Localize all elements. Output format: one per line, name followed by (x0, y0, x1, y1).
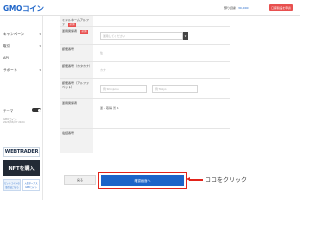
balance-value: 30,000 (238, 6, 249, 10)
bonus-promo-banner[interactable]: 入金ボーナス GMOコイン (22, 179, 40, 191)
sidebar: キャンペーン ▾ 取引 ▾ API サポート ▾ テーマ GMOコイン 2023… (0, 16, 43, 200)
registration-form: ミドルネームアルファ 必須 運用関係者 必須 運用してください ▾ 郵便番号 住… (60, 16, 230, 166)
highlight-box (98, 172, 187, 189)
sidebar-item-label: API (3, 56, 9, 60)
field-value: 住 (100, 51, 104, 55)
field-label: 郵便番号（カタカナ） (60, 62, 93, 78)
field-label: 運用関係者 必須 (60, 27, 93, 44)
bitcoin-promo-banner[interactable]: ビットコインの 取引はこちら (3, 179, 21, 191)
sidebar-item-label: キャンペーン (3, 31, 25, 36)
logo-text: GMOコイン (3, 3, 44, 13)
nft-banner-text: NFTを購入 (8, 165, 35, 172)
webtrader-banner-text: WEBTRADER (4, 149, 39, 155)
address-alpha-right-input[interactable]: 例 Tokyo (152, 85, 198, 93)
back-button[interactable]: 戻る (64, 175, 96, 185)
balance-label: 預り資産 (224, 6, 237, 10)
header: GMOコイン 預り資産 30,000 口座開設を申請 (0, 0, 300, 16)
form-row: 運用関係者 運 - 取得 普 1 (60, 99, 230, 129)
field-label-text: 電話番号 (62, 131, 75, 135)
form-row: ミドルネームアルファ 必須 (60, 16, 230, 27)
chevron-down-icon: ▾ (39, 68, 41, 72)
field-label: 郵便番号（アルファベット） (60, 79, 93, 98)
theme-label: テーマ (3, 108, 14, 113)
field-label-text: 郵便番号（カタカナ） (62, 64, 93, 68)
field-label: 電話番号 (60, 129, 93, 153)
form-row: 郵便番号 住 (60, 45, 230, 62)
input-placeholder: 例 Tokyo (155, 87, 167, 91)
open-account-button[interactable]: 口座開設を申請 (269, 4, 293, 11)
version-date: 2023/03/27 2024 (3, 121, 25, 124)
select-placeholder: 運用してください (103, 34, 126, 38)
sidebar-item-label: 取引 (3, 43, 11, 48)
sidebar-item-api[interactable]: API (3, 55, 41, 61)
input-placeholder: 例 Shinjuku (103, 87, 119, 91)
nft-banner[interactable]: NFTを購入 (3, 160, 40, 176)
chevron-down-icon[interactable]: ▾ (183, 32, 188, 40)
theme-toggle[interactable] (32, 108, 41, 112)
callout-text: ココをクリック (205, 177, 248, 184)
required-badge: 必須 (79, 30, 88, 34)
chevron-down-icon: ▾ (39, 44, 41, 48)
webtrader-banner[interactable]: WEBTRADER (3, 147, 40, 157)
sidebar-item-label: サポート (3, 67, 18, 72)
sidebar-item-trade[interactable]: 取引 ▾ (3, 43, 41, 49)
arrow-icon (186, 177, 203, 181)
form-row: 郵便番号（カタカナ） カナ (60, 62, 230, 79)
address-alpha-left-input[interactable]: 例 Shinjuku (100, 85, 147, 93)
field-label-text: 郵便番号 (62, 47, 75, 51)
relation-select[interactable]: 運用してください (100, 32, 183, 40)
form-row: 郵便番号（アルファベット） 例 Shinjuku 例 Tokyo (60, 79, 230, 99)
promo-banners: ビットコインの 取引はこちら 入金ボーナス GMOコイン (3, 179, 40, 191)
field-label-text: 運用関係者 (62, 29, 78, 33)
chevron-down-icon: ▾ (39, 32, 41, 36)
balance-display: 預り資産 30,000 (224, 5, 266, 11)
field-label: ミドルネームアルファ 必須 (60, 16, 93, 27)
theme-toggle-row: テーマ (3, 107, 41, 113)
field-value: 運 - 取得 普 1 (100, 106, 119, 110)
field-label: 郵便番号 (60, 45, 93, 61)
form-row: 電話番号 (60, 129, 230, 153)
field-value: カナ (100, 68, 107, 72)
gmo-coin-logo[interactable]: GMOコイン (3, 3, 45, 13)
field-label-text: 郵便番号（アルファベット） (62, 81, 89, 89)
field-label: 運用関係者 (60, 99, 93, 128)
field-label-text: 運用関係者 (62, 101, 78, 105)
form-row: 運用関係者 必須 運用してください ▾ (60, 27, 230, 45)
sidebar-item-support[interactable]: サポート ▾ (3, 67, 41, 73)
sidebar-item-campaign[interactable]: キャンペーン ▾ (3, 31, 41, 37)
